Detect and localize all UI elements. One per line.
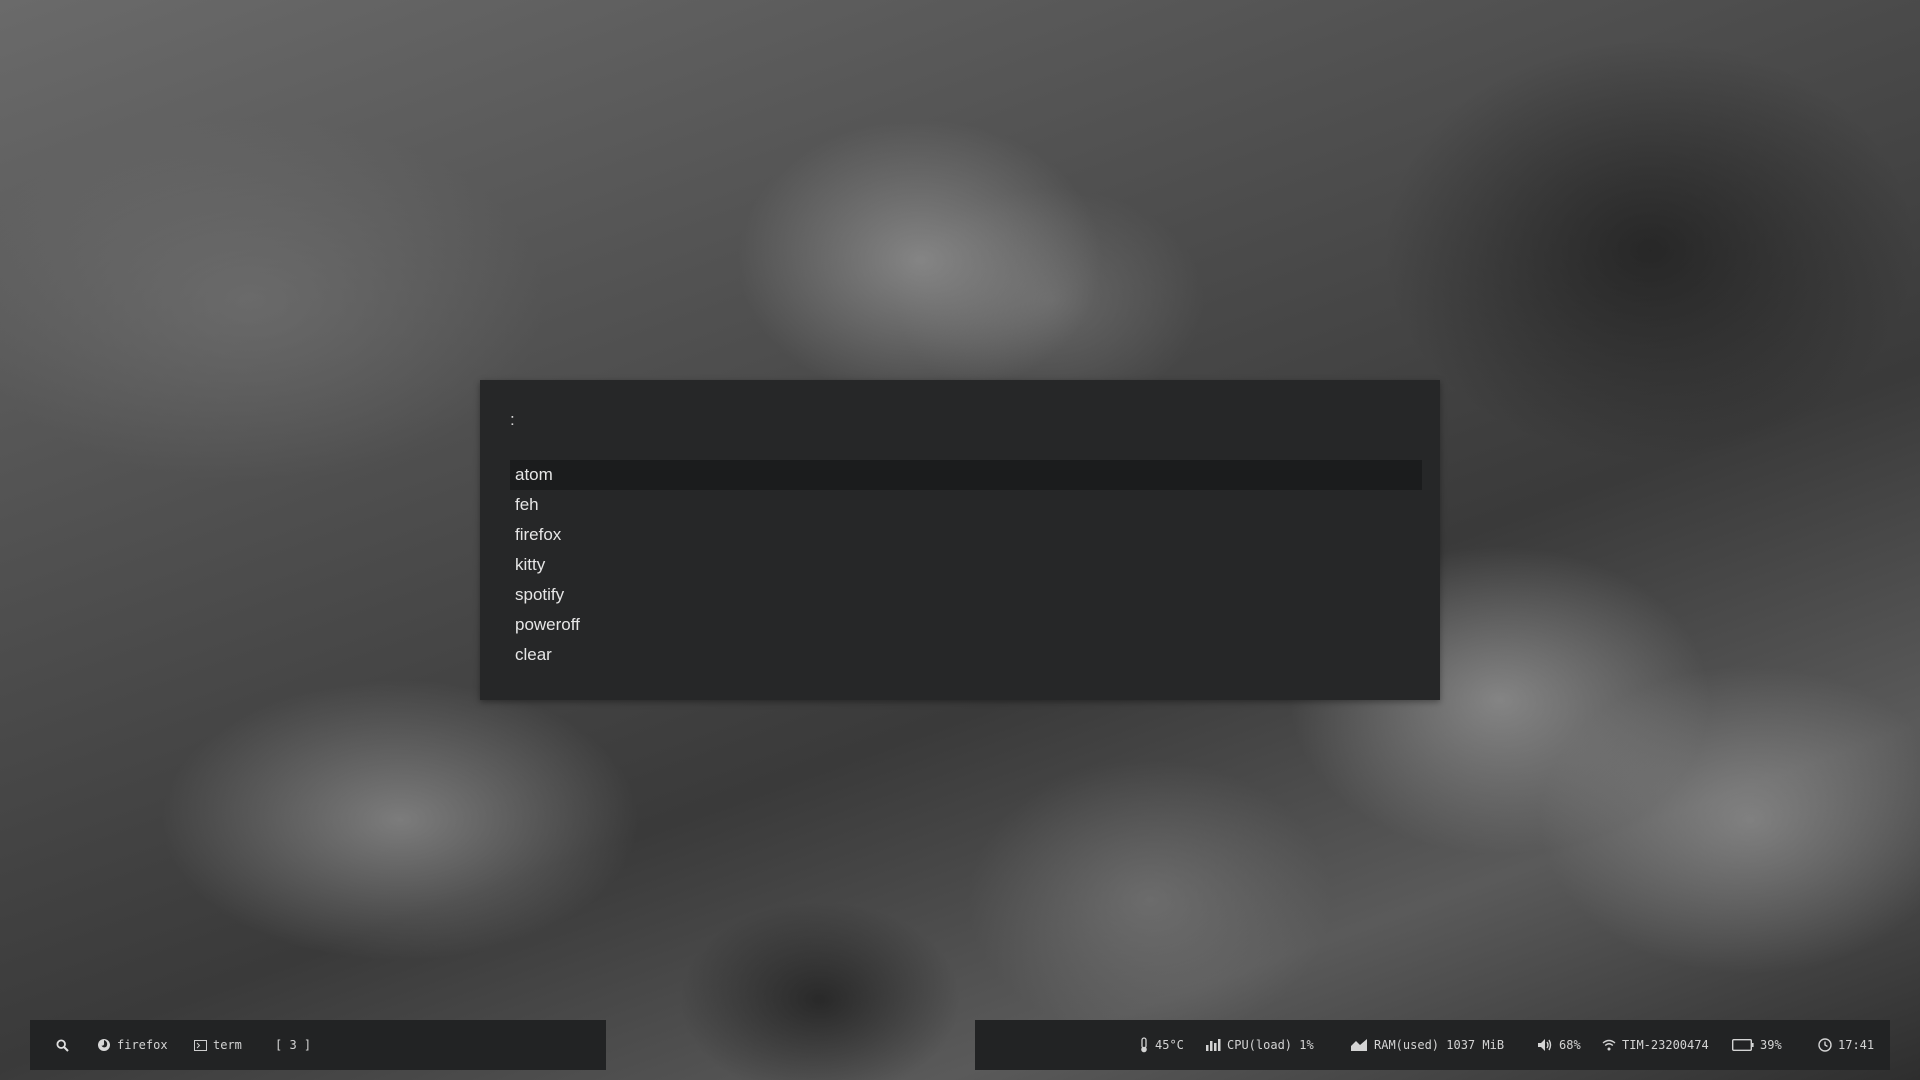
taskbar-term[interactable]: term	[194, 1020, 242, 1070]
wifi-widget[interactable]: TIM-23200474	[1602, 1020, 1709, 1070]
taskbar-left: firefox term [ 3 ]	[30, 1020, 606, 1070]
volume-widget[interactable]: 68%	[1537, 1020, 1581, 1070]
thermometer-icon	[1139, 1037, 1149, 1053]
app-launcher: : atom feh firefox kitty spotify powerof…	[480, 380, 1440, 700]
volume-icon	[1537, 1038, 1553, 1052]
cpu-value: CPU(load) 1%	[1227, 1038, 1314, 1052]
launcher-result[interactable]: poweroff	[510, 610, 1422, 640]
taskbar-firefox-label: firefox	[117, 1038, 168, 1052]
search-button[interactable]	[56, 1020, 69, 1070]
workspace-indicator[interactable]: [ 3 ]	[275, 1020, 311, 1070]
clock-icon	[1818, 1038, 1832, 1052]
battery-icon	[1732, 1039, 1754, 1051]
launcher-result[interactable]: spotify	[510, 580, 1422, 610]
taskbar-right: 45°C CPU(load) 1% RAM(used) 1037 MiB 68%…	[975, 1020, 1890, 1070]
battery-value: 39%	[1760, 1038, 1782, 1052]
launcher-prompt[interactable]: :	[510, 410, 515, 430]
clock-widget[interactable]: 17:41	[1818, 1020, 1874, 1070]
wifi-ssid: TIM-23200474	[1622, 1038, 1709, 1052]
clock-time: 17:41	[1838, 1038, 1875, 1052]
taskbar-firefox[interactable]: firefox	[97, 1020, 168, 1070]
ram-widget: RAM(used) 1037 MiB	[1350, 1020, 1504, 1070]
firefox-icon	[97, 1038, 111, 1052]
launcher-result[interactable]: firefox	[510, 520, 1422, 550]
launcher-result[interactable]: kitty	[510, 550, 1422, 580]
battery-widget: 39%	[1732, 1020, 1782, 1070]
temperature-widget: 45°C	[1139, 1020, 1184, 1070]
taskbar-term-label: term	[213, 1038, 242, 1052]
bar-chart-icon	[1205, 1038, 1221, 1052]
launcher-result[interactable]: clear	[510, 640, 1422, 670]
launcher-result[interactable]: atom	[510, 460, 1422, 490]
terminal-icon	[194, 1039, 207, 1051]
ram-value: RAM(used) 1037 MiB	[1374, 1038, 1505, 1052]
area-chart-icon	[1350, 1038, 1368, 1052]
search-icon	[56, 1038, 69, 1052]
launcher-results: atom feh firefox kitty spotify poweroff …	[510, 460, 1422, 670]
volume-value: 68%	[1559, 1038, 1581, 1052]
wifi-icon	[1602, 1039, 1616, 1051]
workspace-label: [ 3 ]	[275, 1038, 312, 1052]
temperature-value: 45°C	[1155, 1038, 1184, 1052]
cpu-widget: CPU(load) 1%	[1205, 1020, 1314, 1070]
launcher-result[interactable]: feh	[510, 490, 1422, 520]
